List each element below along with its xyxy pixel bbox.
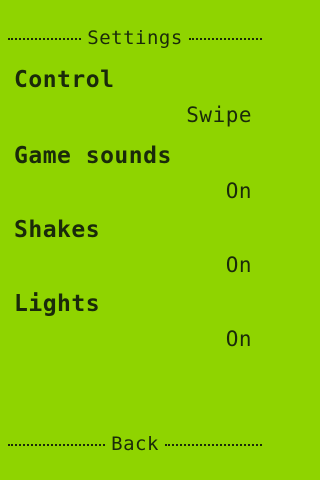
setting-control-label: Control [14,67,115,93]
setting-shakes-label: Shakes [14,217,101,243]
header-rule-right [188,38,263,40]
back-label: Back [111,433,159,455]
settings-header: Settings [8,26,263,50]
setting-game-sounds-value[interactable]: On [226,178,252,204]
setting-lights-label: Lights [14,291,101,317]
setting-lights-value[interactable]: On [226,326,252,352]
page-title: Settings [87,27,183,49]
back-button[interactable]: Back [8,431,263,457]
setting-game-sounds-label: Game sounds [14,143,172,169]
header-rule-left [8,38,82,40]
setting-shakes-value[interactable]: On [226,252,252,278]
footer-rule-right [164,444,263,446]
setting-control-value[interactable]: Swipe [186,102,252,128]
footer-rule-left [8,444,106,446]
